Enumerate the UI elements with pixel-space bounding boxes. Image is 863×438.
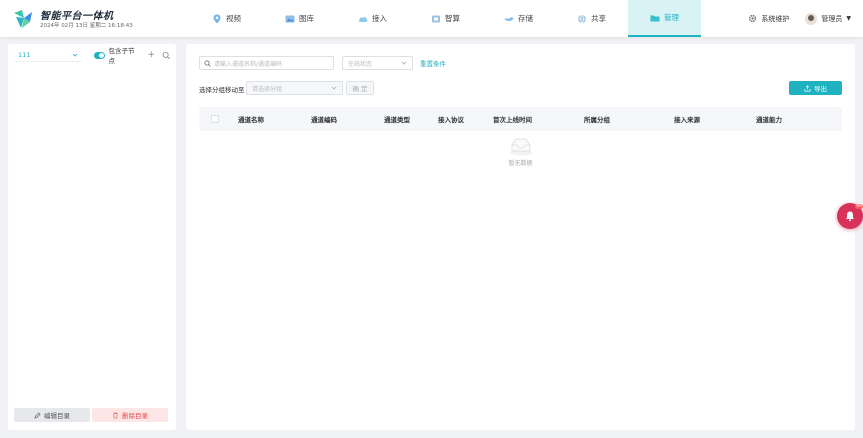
main-nav: 视频 图库 接入 智算 存储 共享 管理	[190, 0, 701, 37]
group-select[interactable]: 请选择分组	[246, 81, 343, 95]
folder-manage-icon	[650, 15, 660, 21]
top-header: 智能平台一体机 2024年 02月 13日 星期二 16:18:43 视频 图库…	[0, 0, 863, 37]
column-header[interactable]: 通道类型	[384, 107, 410, 131]
cloud-connect-icon	[358, 16, 368, 22]
search-icon[interactable]	[162, 51, 170, 60]
column-header[interactable]: 接入协议	[438, 107, 464, 131]
directory-selector-value: 111	[18, 50, 31, 59]
include-children-label: 包含子节点	[108, 47, 135, 65]
nav-compute-label: 智算	[445, 14, 460, 23]
brand-logo-icon	[14, 10, 32, 28]
storage-icon	[504, 16, 514, 21]
nav-manage-label: 管理	[664, 13, 679, 22]
nav-gallery[interactable]: 图库	[263, 0, 336, 37]
chevron-down-icon	[72, 53, 78, 57]
image-gallery-icon	[285, 15, 295, 22]
confirm-button[interactable]: 确 定	[346, 81, 374, 95]
online-status-placeholder: 在线状态	[348, 60, 373, 68]
column-header[interactable]: 通道名称	[238, 107, 264, 131]
export-icon	[804, 84, 811, 91]
search-placeholder: 请输入通道名称/通道编码	[214, 60, 283, 68]
directory-panel: 111 包含子节点 + 编辑目录 删除目录	[8, 44, 176, 430]
user-menu[interactable]: 管理员 ▼	[805, 12, 851, 25]
user-name: 管理员	[821, 14, 843, 23]
group-select-placeholder: 请选择分组	[252, 85, 283, 93]
chevron-down-icon	[331, 86, 337, 90]
notification-badge: 99	[855, 204, 863, 209]
export-label: 导出	[814, 85, 827, 93]
empty-text: 暂无数据	[508, 160, 533, 167]
current-datetime: 2024年 02月 13日 星期二 16:18:43	[40, 23, 133, 29]
compute-box-icon	[432, 15, 440, 22]
edit-directory-label: 编辑目录	[44, 412, 70, 420]
nav-manage[interactable]: 管理	[628, 0, 701, 37]
column-header[interactable]: 通道能力	[756, 107, 782, 131]
add-icon[interactable]: +	[147, 50, 156, 60]
empty-state: 暂无数据	[186, 136, 855, 167]
channel-panel: 请输入通道名称/通道编码 在线状态 重置条件 选择分组移动至 请选择分组 确 定…	[186, 44, 855, 430]
nav-video-label: 视频	[226, 14, 241, 23]
nav-access[interactable]: 接入	[336, 0, 409, 37]
column-header[interactable]: 接入来源	[674, 107, 700, 131]
notification-button[interactable]: 99	[837, 203, 863, 229]
system-maintenance-label: 系统维护	[761, 14, 790, 23]
directory-toolbar: 111 包含子节点 +	[8, 44, 176, 66]
brand-title: 智能平台一体机	[40, 11, 114, 22]
header-right: 系统维护 管理员 ▼	[748, 0, 851, 37]
nav-gallery-label: 图库	[299, 14, 314, 23]
directory-actions: 编辑目录 删除目录	[14, 408, 168, 422]
column-header[interactable]: 首次上线时间	[493, 107, 532, 131]
nav-compute[interactable]: 智算	[409, 0, 482, 37]
nav-share-label: 共享	[591, 14, 606, 23]
edit-directory-button[interactable]: 编辑目录	[14, 408, 90, 422]
trash-icon	[113, 412, 118, 418]
include-children-switch[interactable]	[94, 51, 106, 59]
chevron-down-icon	[401, 61, 407, 65]
share-globe-icon	[578, 14, 586, 23]
search-input[interactable]: 请输入通道名称/通道编码	[199, 56, 334, 70]
online-status-select[interactable]: 在线状态	[342, 56, 413, 70]
empty-box-icon	[509, 138, 532, 156]
reset-filters-link[interactable]: 重置条件	[420, 58, 446, 68]
column-header[interactable]: 通道编码	[311, 107, 337, 131]
nav-storage[interactable]: 存储	[482, 0, 555, 37]
caret-down-icon: ▼	[846, 15, 851, 22]
location-pin-icon	[213, 14, 221, 23]
export-button[interactable]: 导出	[789, 81, 842, 95]
nav-storage-label: 存储	[518, 14, 533, 23]
directory-selector[interactable]: 111	[14, 48, 83, 62]
select-all-checkbox[interactable]	[211, 115, 219, 123]
avatar	[805, 12, 818, 25]
move-to-group-label: 选择分组移动至	[199, 86, 245, 94]
gear-icon	[749, 14, 757, 23]
bell-icon	[846, 211, 854, 222]
search-icon	[204, 60, 211, 67]
edit-icon	[34, 411, 41, 419]
table-header: 通道名称 通道编码 通道类型 接入协议 首次上线时间 所属分组 接入来源 通道能…	[199, 107, 842, 131]
column-header[interactable]: 所属分组	[584, 107, 610, 131]
nav-video[interactable]: 视频	[190, 0, 263, 37]
system-maintenance-button[interactable]: 系统维护	[748, 14, 789, 24]
delete-directory-label: 删除目录	[122, 412, 148, 420]
delete-directory-button[interactable]: 删除目录	[92, 408, 168, 422]
nav-share[interactable]: 共享	[555, 0, 628, 37]
nav-access-label: 接入	[372, 14, 387, 23]
